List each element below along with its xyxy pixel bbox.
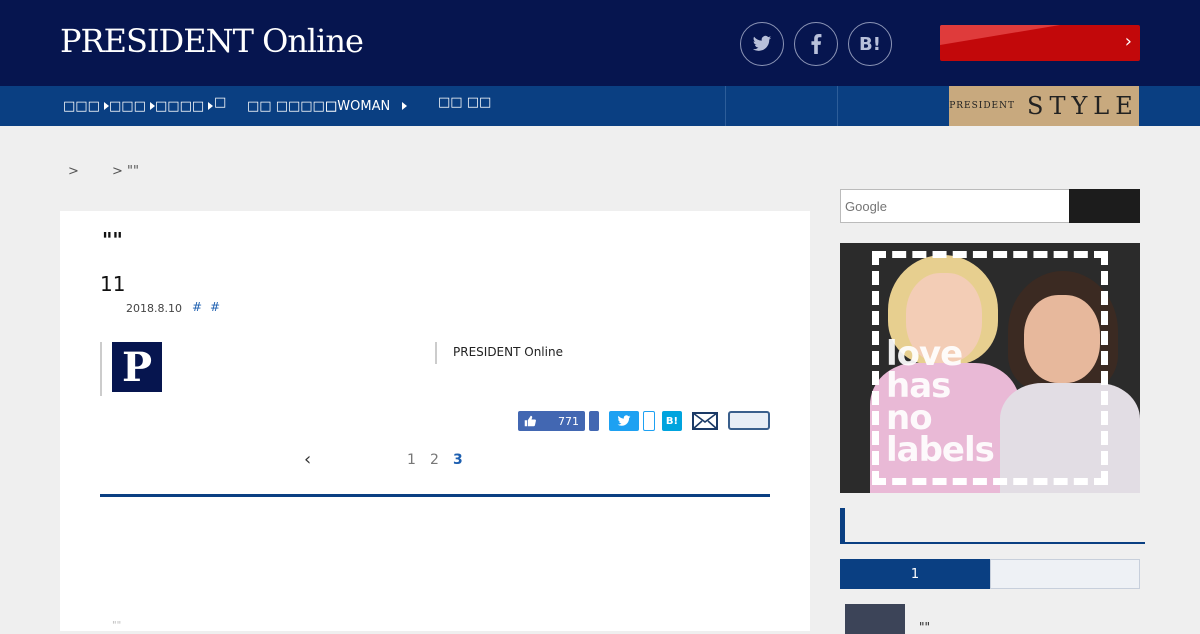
nav-item-label: □□ □□□□□ xyxy=(247,98,338,114)
twitter-icon xyxy=(617,415,631,426)
nav-item-3[interactable]: □□□□ xyxy=(155,86,214,126)
ranking-tab[interactable] xyxy=(990,559,1140,589)
nav-item-4[interactable]: □ xyxy=(214,82,226,122)
hatena-bookmark-button[interactable]: B! xyxy=(662,411,682,431)
caret-right-icon xyxy=(402,102,408,110)
hatena-bookmark-icon[interactable]: B! xyxy=(848,22,892,66)
ad-headline-line: labels xyxy=(886,430,995,470)
nav-item-label: □□□□ xyxy=(155,98,205,114)
tweet-count xyxy=(643,411,655,431)
nav-item-label: □□□ xyxy=(63,98,100,114)
style-banner-title: STYLE xyxy=(1027,92,1139,120)
author-divider xyxy=(100,342,102,396)
tag-link[interactable]: # xyxy=(192,300,202,314)
pager-prev-icon[interactable]: ‹ xyxy=(304,449,311,470)
site-header: PRESIDENT Online B! › xyxy=(0,0,1200,86)
nav-item-1[interactable]: □□□ xyxy=(63,86,109,126)
nav-item-5[interactable]: □□ □□□□□ xyxy=(247,86,337,126)
facebook-share-button[interactable] xyxy=(589,411,599,431)
nav-item-label: □WOMAN xyxy=(325,98,391,114)
subscribe-shine xyxy=(940,25,1060,45)
breadcrumb[interactable]: > > "" xyxy=(68,164,139,179)
facebook-icon[interactable] xyxy=(794,22,838,66)
facebook-like-button[interactable]: 771 xyxy=(518,411,585,431)
ranking-item-title[interactable]: "" xyxy=(919,620,930,634)
nav-item-label: □□ □□ xyxy=(438,94,492,110)
ranking-tab-active[interactable]: 1 xyxy=(840,559,990,589)
nav-item-7[interactable]: □□ □□ xyxy=(438,82,491,122)
mail-icon[interactable] xyxy=(692,412,718,430)
site-logo[interactable]: PRESIDENT Online xyxy=(60,22,364,60)
search-button[interactable] xyxy=(1069,189,1140,223)
advertisement[interactable]: love has no labels xyxy=(840,243,1140,493)
nav-item-label: □ xyxy=(214,94,227,110)
chevron-right-icon: › xyxy=(1124,31,1132,52)
twitter-icon[interactable] xyxy=(740,22,784,66)
nav-item-label: □□□ xyxy=(109,98,146,114)
pager-page[interactable]: 1 xyxy=(407,452,416,468)
article-body-fragment: "" xyxy=(112,620,122,631)
nav-divider xyxy=(837,86,838,126)
nav-item-2[interactable]: □□□ xyxy=(109,86,155,126)
nav-divider xyxy=(725,86,726,126)
pager-page-current[interactable]: 3 xyxy=(453,452,463,468)
pager-page[interactable]: 2 xyxy=(430,452,439,468)
article-divider xyxy=(100,494,770,497)
nav-item-woman[interactable]: □WOMAN xyxy=(325,86,408,126)
author-avatar[interactable]: P xyxy=(112,342,162,392)
president-style-banner[interactable]: PRESIDENT STYLE xyxy=(949,86,1139,126)
ad-headline: love has no labels xyxy=(886,337,995,470)
search-input[interactable] xyxy=(840,189,1070,223)
ranking-heading xyxy=(840,508,1145,544)
article-title: 11 xyxy=(100,272,126,296)
author-name[interactable]: PRESIDENT Online xyxy=(453,345,563,359)
share-more-button[interactable] xyxy=(728,411,770,430)
thumbs-up-icon xyxy=(524,415,536,427)
style-banner-brand: PRESIDENT xyxy=(949,101,1016,111)
tag-link[interactable]: # xyxy=(210,300,220,314)
tweet-button[interactable] xyxy=(609,411,639,431)
author-divider xyxy=(435,342,437,364)
article-kicker: "" xyxy=(102,228,123,252)
like-count: 771 xyxy=(558,414,579,428)
article-date: 2018.8.10 xyxy=(126,302,182,315)
subscribe-button[interactable]: › xyxy=(940,25,1140,61)
caret-right-icon xyxy=(208,102,214,110)
